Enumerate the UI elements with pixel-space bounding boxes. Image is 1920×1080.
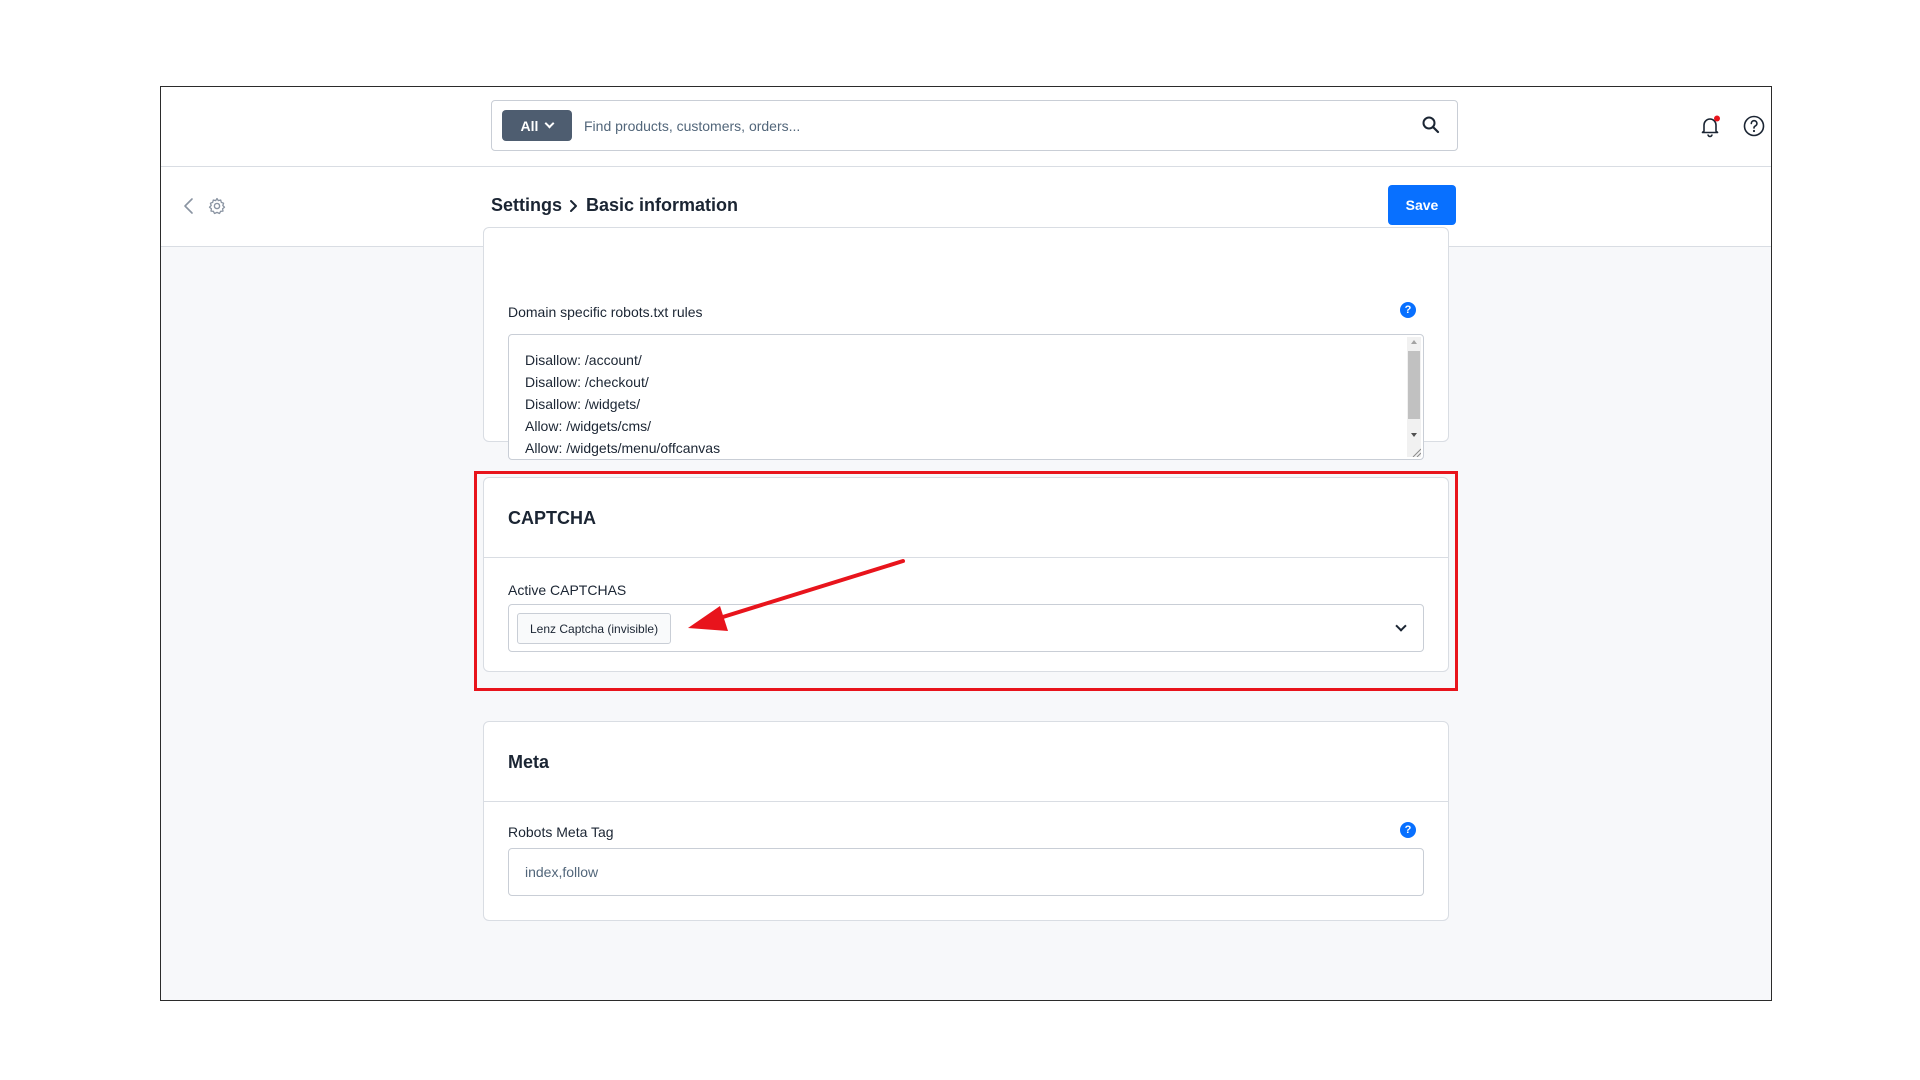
robots-card: Domain specific robots.txt rules ? Disal… (483, 227, 1449, 460)
resize-grip-icon[interactable] (1411, 447, 1421, 457)
chevron-down-icon[interactable] (1395, 620, 1407, 632)
chevron-right-icon (570, 199, 578, 212)
top-bar: All (161, 87, 1771, 167)
robots-line: Disallow: /widgets/ (525, 396, 641, 412)
chevron-down-icon (544, 118, 555, 129)
help-icon[interactable] (1742, 114, 1766, 138)
scroll-down-arrow-icon[interactable] (1411, 433, 1417, 437)
gear-icon[interactable] (207, 196, 227, 216)
captcha-card-header: CAPTCHA (484, 478, 1448, 558)
meta-card: Meta Robots Meta Tag ? (483, 721, 1449, 921)
search-scope-dropdown[interactable]: All (502, 110, 572, 141)
breadcrumb: Settings Basic information (491, 195, 738, 216)
captcha-field-label: Active CAPTCHAS (508, 582, 627, 598)
robots-line: Allow: /widgets/cms/ (525, 418, 652, 434)
global-search: All (491, 100, 1458, 151)
robots-meta-label: Robots Meta Tag (508, 824, 614, 840)
app-window: All Settings (160, 86, 1772, 1001)
robots-textarea[interactable]: Disallow: /account/ Disallow: /checkout/… (508, 334, 1424, 460)
robots-line: Disallow: /checkout/ (525, 374, 649, 390)
active-captchas-select[interactable]: Lenz Captcha (invisible) (508, 604, 1424, 652)
scrollbar-thumb[interactable] (1408, 351, 1420, 419)
breadcrumb-current: Basic information (586, 195, 739, 215)
robots-field-label: Domain specific robots.txt rules (508, 304, 703, 320)
card-title: Meta (508, 752, 550, 772)
textarea-scrollbar[interactable] (1407, 337, 1421, 457)
captcha-card: CAPTCHA Active CAPTCHAS Lenz Captcha (in… (483, 477, 1449, 672)
search-input[interactable] (584, 111, 1384, 141)
scroll-up-arrow-icon[interactable] (1411, 340, 1417, 344)
help-icon[interactable]: ? (1400, 822, 1416, 838)
search-scope-label: All (520, 117, 539, 134)
selected-captcha-tag[interactable]: Lenz Captcha (invisible) (517, 613, 672, 644)
robots-line: Allow: /widgets/menu/offcanvas (525, 440, 721, 456)
breadcrumb-settings[interactable]: Settings (491, 195, 562, 216)
save-button[interactable]: Save (1388, 185, 1456, 225)
robots-line: Disallow: /account/ (525, 352, 642, 368)
bell-icon[interactable] (1698, 114, 1722, 138)
card-title: CAPTCHA (508, 508, 596, 528)
chevron-left-icon[interactable] (179, 196, 199, 216)
notification-dot (1714, 115, 1720, 122)
search-icon[interactable] (1421, 115, 1441, 135)
meta-card-header: Meta (484, 722, 1448, 802)
robots-meta-input[interactable] (508, 848, 1424, 896)
help-icon[interactable]: ? (1400, 302, 1416, 318)
